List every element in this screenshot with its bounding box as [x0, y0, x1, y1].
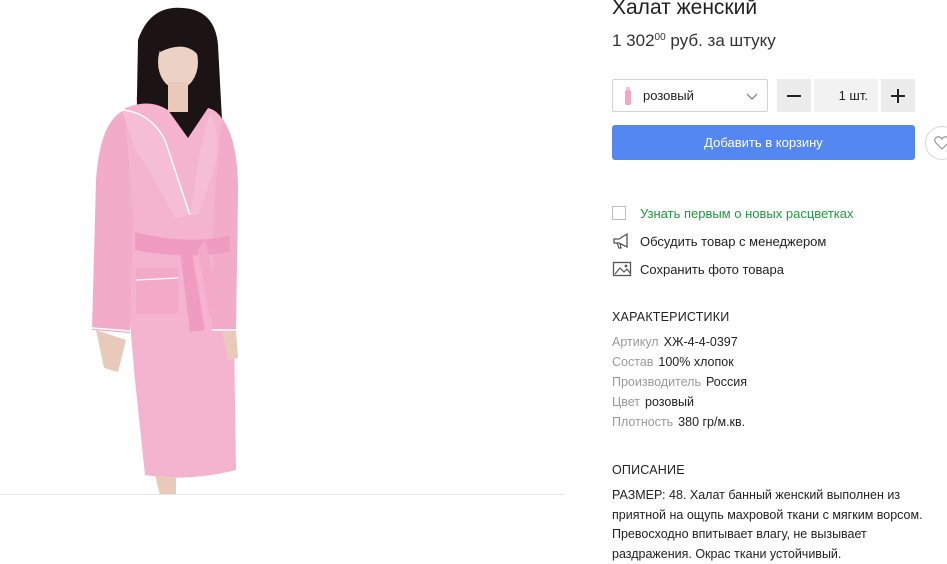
discuss-with-manager[interactable]: Обсудить товар с менеджером	[612, 232, 826, 250]
description-heading: ОПИСАНИЕ	[612, 463, 685, 477]
price-main: 1 302	[612, 31, 655, 50]
spec-row-color: Цвет розовый	[612, 395, 694, 409]
spec-value: ХЖ-4-4-0397	[663, 335, 738, 349]
image-divider	[0, 494, 565, 495]
save-photo[interactable]: Сохранить фото товара	[612, 260, 784, 278]
spec-row-composition: Состав 100% хлопок	[612, 355, 734, 369]
notify-new-colors[interactable]: Узнать первым о новых расцветках	[612, 204, 853, 222]
notify-checkbox-wrap	[612, 204, 632, 222]
spec-value: 100% хлопок	[658, 355, 734, 369]
chevron-down-icon	[746, 93, 758, 100]
quantity-stepper: 1 шт.	[777, 79, 915, 112]
spec-value: розовый	[645, 395, 694, 409]
quantity-field[interactable]: 1 шт.	[814, 79, 878, 112]
megaphone-icon	[612, 232, 632, 250]
spec-label: Производитель	[612, 375, 701, 389]
plus-icon	[891, 88, 905, 103]
robe-illustration	[91, 7, 238, 495]
spec-label: Плотность	[612, 415, 674, 429]
product-title: Халат женский	[612, 0, 758, 19]
spec-row-sku: Артикул ХЖ-4-4-0397	[612, 335, 738, 349]
heart-icon	[934, 136, 947, 150]
spec-row-density: Плотность 380 гр/м.кв.	[612, 415, 745, 429]
spec-label: Состав	[612, 355, 654, 369]
discuss-with-manager-label[interactable]: Обсудить товар с менеджером	[640, 234, 826, 249]
favorite-button[interactable]	[925, 126, 947, 160]
price-unit: руб. за штуку	[670, 31, 776, 50]
characteristics-heading: ХАРАКТЕРИСТИКИ	[612, 310, 730, 324]
color-select[interactable]: розовый	[612, 79, 768, 112]
spec-label: Артикул	[612, 335, 659, 349]
save-photo-label[interactable]: Сохранить фото товара	[640, 262, 784, 277]
color-swatch-icon	[625, 86, 631, 105]
color-select-value: розовый	[643, 88, 694, 103]
spec-row-manufacturer: Производитель Россия	[612, 375, 747, 389]
product-image[interactable]	[0, 0, 565, 495]
minus-icon	[787, 94, 801, 97]
spec-label: Цвет	[612, 395, 641, 409]
image-icon	[612, 260, 632, 278]
add-to-cart-button[interactable]: Добавить в корзину	[612, 125, 915, 160]
spec-value: Россия	[705, 375, 747, 389]
notify-new-colors-label[interactable]: Узнать первым о новых расцветках	[640, 206, 853, 221]
description-text: РАЗМЕР: 48. Халат банный женский выполне…	[612, 488, 923, 561]
product-price: 1 30200 руб. за штуку	[612, 31, 776, 51]
quantity-plus-button[interactable]	[881, 79, 915, 112]
price-cents: 00	[654, 32, 666, 43]
quantity-minus-button[interactable]	[777, 79, 811, 112]
spec-value: 380 гр/м.кв.	[678, 415, 746, 429]
notify-checkbox[interactable]	[612, 206, 626, 220]
